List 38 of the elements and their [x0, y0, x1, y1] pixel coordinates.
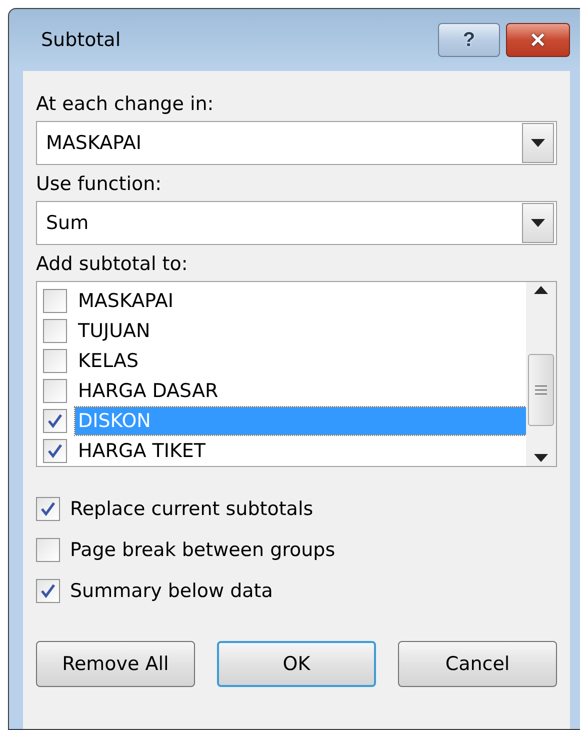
close-button[interactable]: ✕	[506, 23, 570, 57]
help-button[interactable]: ?	[438, 23, 500, 57]
checkbox[interactable]	[43, 439, 67, 463]
checkbox[interactable]	[36, 538, 60, 562]
field-label: Use function:	[36, 173, 163, 195]
checkbox[interactable]	[36, 497, 60, 521]
caret-icon	[531, 139, 545, 147]
window-title: Subtotal	[40, 29, 122, 51]
dialog-button[interactable]: Remove All	[36, 641, 195, 687]
change-dropdown[interactable]: MASKAPAI	[36, 121, 557, 165]
grip-icon	[535, 385, 547, 395]
dialog-button[interactable]: OK	[217, 641, 376, 687]
checkbox[interactable]	[43, 409, 67, 433]
checkbox-label: Summary below data	[70, 580, 273, 602]
checkbox[interactable]	[43, 319, 67, 343]
list-item[interactable]: HARGA TIKET	[75, 437, 526, 465]
field-label: Add subtotal to:	[36, 253, 189, 275]
checkbox[interactable]	[43, 379, 67, 403]
checkbox-label: Page break between groups	[70, 539, 336, 561]
checkbox[interactable]	[43, 349, 67, 373]
caret-icon	[531, 219, 545, 227]
checkbox[interactable]	[36, 579, 60, 603]
function-dropdown[interactable]: Sum	[36, 201, 557, 245]
list-item[interactable]: HARGA DASAR	[75, 377, 526, 405]
caret-icon	[534, 454, 548, 462]
checkmark-icon	[40, 501, 56, 517]
list-item[interactable]: TUJUAN	[75, 317, 526, 345]
list-item[interactable]: KELAS	[75, 347, 526, 375]
checkbox[interactable]	[43, 289, 67, 313]
checkmark-icon	[40, 583, 56, 599]
caret-icon	[534, 286, 548, 294]
list-item[interactable]: MASKAPAI	[75, 287, 526, 315]
checkbox-label: Replace current subtotals	[70, 498, 314, 520]
scrollbar[interactable]	[526, 282, 556, 466]
checkmark-icon	[47, 413, 63, 429]
dialog-button[interactable]: Cancel	[398, 641, 558, 687]
checkmark-icon	[47, 443, 63, 459]
field-label: At each change in:	[36, 93, 215, 115]
